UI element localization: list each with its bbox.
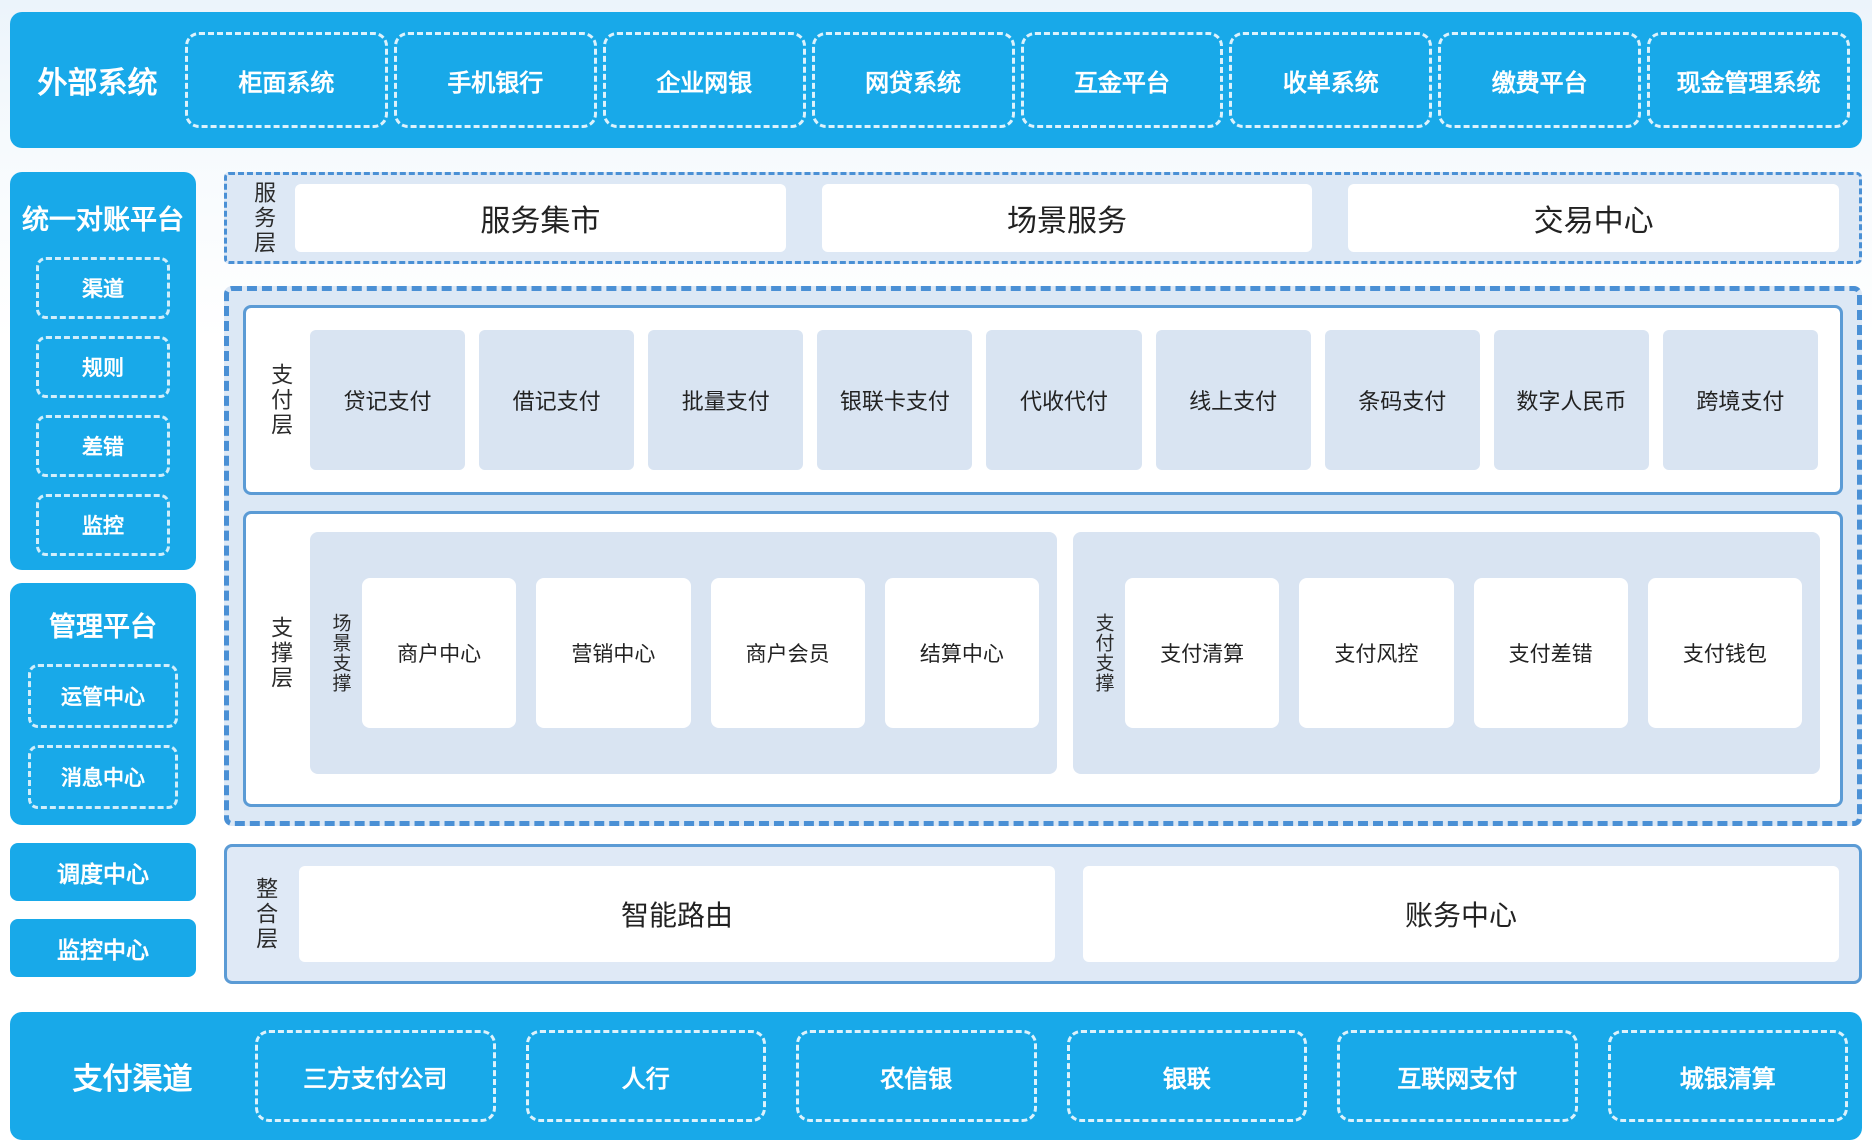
- main-column: 服务层 服务集市 场景服务 交易中心 支付层 贷记支付 借记支付 批量支付 银联…: [224, 172, 1862, 984]
- external-system-box: 手机银行: [394, 32, 597, 128]
- dispatch-center-block: 调度中心: [10, 843, 196, 901]
- payment-support-box: 支付钱包: [1648, 578, 1802, 728]
- payment-layer-label: 支付层: [262, 363, 298, 438]
- payment-item-box: 数字人民币: [1494, 330, 1649, 470]
- payment-layer-box: 支付层 贷记支付 借记支付 批量支付 银联卡支付 代收代付 线上支付 条码支付 …: [243, 305, 1843, 495]
- support-layer-groups: 场景支撑 商户中心 营销中心 商户会员 结算中心 支付支撑 支付清算: [310, 532, 1820, 774]
- payment-item-box: 借记支付: [479, 330, 634, 470]
- service-layer-container: 服务层 服务集市 场景服务 交易中心: [224, 172, 1862, 264]
- integration-layer-label: 整合层: [245, 877, 285, 952]
- payment-support-container: 支付层 贷记支付 借记支付 批量支付 银联卡支付 代收代付 线上支付 条码支付 …: [224, 286, 1862, 826]
- integration-layer-row: 智能路由 账务中心: [299, 866, 1839, 962]
- left-sidebar: 统一对账平台 渠道 规则 差错 监控 管理平台 运管中心 消息中心 调度中心 监…: [10, 172, 196, 984]
- payment-channels-list: 三方支付公司 人行 农信银 银联 互联网支付 城银清算: [255, 1030, 1848, 1122]
- scene-support-label: 场景支撑: [324, 613, 354, 693]
- external-system-box: 收单系统: [1229, 32, 1432, 128]
- payment-channels-band: 支付渠道 三方支付公司 人行 农信银 银联 互联网支付 城银清算: [10, 1012, 1862, 1140]
- management-item-box: 消息中心: [28, 745, 178, 809]
- external-systems-label: 外部系统: [10, 58, 185, 102]
- payment-support-label: 支付支撑: [1087, 613, 1117, 693]
- scene-support-box: 营销中心: [536, 578, 690, 728]
- payment-support-row: 支付清算 支付风控 支付差错 支付钱包: [1125, 578, 1802, 728]
- external-system-box: 缴费平台: [1438, 32, 1641, 128]
- service-box: 场景服务: [822, 184, 1313, 252]
- payment-channel-box: 三方支付公司: [255, 1030, 496, 1122]
- integration-layer-box: 整合层 智能路由 账务中心: [224, 844, 1862, 984]
- external-system-box: 现金管理系统: [1647, 32, 1850, 128]
- reconciliation-platform-block: 统一对账平台 渠道 规则 差错 监控: [10, 172, 196, 570]
- scene-support-box: 商户中心: [362, 578, 516, 728]
- payment-channel-box: 人行: [526, 1030, 767, 1122]
- external-systems-band: 外部系统 柜面系统 手机银行 企业网银 网贷系统 互金平台 收单系统 缴费平台 …: [10, 12, 1862, 148]
- payment-channel-box: 城银清算: [1608, 1030, 1849, 1122]
- monitor-center-block: 监控中心: [10, 919, 196, 977]
- payment-item-box: 条码支付: [1325, 330, 1480, 470]
- management-item-box: 运管中心: [28, 664, 178, 728]
- payment-support-panel: 支付支撑 支付清算 支付风控 支付差错 支付钱包: [1073, 532, 1820, 774]
- reconciliation-item-box: 差错: [36, 415, 170, 477]
- reconciliation-item-box: 规则: [36, 336, 170, 398]
- diagram-body: 统一对账平台 渠道 规则 差错 监控 管理平台 运管中心 消息中心 调度中心 监…: [10, 172, 1862, 984]
- payment-item-box: 批量支付: [648, 330, 803, 470]
- payment-item-box: 代收代付: [986, 330, 1141, 470]
- external-systems-list: 柜面系统 手机银行 企业网银 网贷系统 互金平台 收单系统 缴费平台 现金管理系…: [185, 32, 1850, 128]
- reconciliation-platform-title: 统一对账平台: [22, 198, 184, 237]
- payment-channel-box: 互联网支付: [1337, 1030, 1578, 1122]
- support-layer-label: 支撑层: [262, 532, 298, 774]
- payment-support-box: 支付差错: [1474, 578, 1628, 728]
- reconciliation-item-box: 监控: [36, 494, 170, 556]
- scene-support-box: 结算中心: [885, 578, 1039, 728]
- payment-item-box: 贷记支付: [310, 330, 465, 470]
- integration-box: 智能路由: [299, 866, 1055, 962]
- service-box: 交易中心: [1348, 184, 1839, 252]
- scene-support-panel: 场景支撑 商户中心 营销中心 商户会员 结算中心: [310, 532, 1057, 774]
- payment-architecture-diagram: 外部系统 柜面系统 手机银行 企业网银 网贷系统 互金平台 收单系统 缴费平台 …: [0, 0, 1872, 1146]
- payment-channel-box: 银联: [1067, 1030, 1308, 1122]
- service-box: 服务集市: [295, 184, 786, 252]
- external-system-box: 柜面系统: [185, 32, 388, 128]
- payment-layer-row: 贷记支付 借记支付 批量支付 银联卡支付 代收代付 线上支付 条码支付 数字人民…: [310, 330, 1818, 470]
- integration-box: 账务中心: [1083, 866, 1839, 962]
- management-platform-title: 管理平台: [49, 605, 157, 644]
- payment-item-box: 跨境支付: [1663, 330, 1818, 470]
- external-system-box: 企业网银: [603, 32, 806, 128]
- payment-channel-box: 农信银: [796, 1030, 1037, 1122]
- payment-support-box: 支付清算: [1125, 578, 1279, 728]
- external-system-box: 互金平台: [1021, 32, 1224, 128]
- external-system-box: 网贷系统: [812, 32, 1015, 128]
- payment-item-box: 线上支付: [1156, 330, 1311, 470]
- reconciliation-item-box: 渠道: [36, 257, 170, 319]
- scene-support-box: 商户会员: [711, 578, 865, 728]
- scene-support-row: 商户中心 营销中心 商户会员 结算中心: [362, 578, 1039, 728]
- payment-support-box: 支付风控: [1299, 578, 1453, 728]
- payment-item-box: 银联卡支付: [817, 330, 972, 470]
- management-platform-block: 管理平台 运管中心 消息中心: [10, 583, 196, 825]
- service-layer-row: 服务集市 场景服务 交易中心: [295, 184, 1839, 252]
- service-layer-label: 服务层: [243, 181, 283, 256]
- support-layer-box: 支撑层 场景支撑 商户中心 营销中心 商户会员 结算中心: [243, 511, 1843, 807]
- payment-channels-label: 支付渠道: [10, 1054, 255, 1098]
